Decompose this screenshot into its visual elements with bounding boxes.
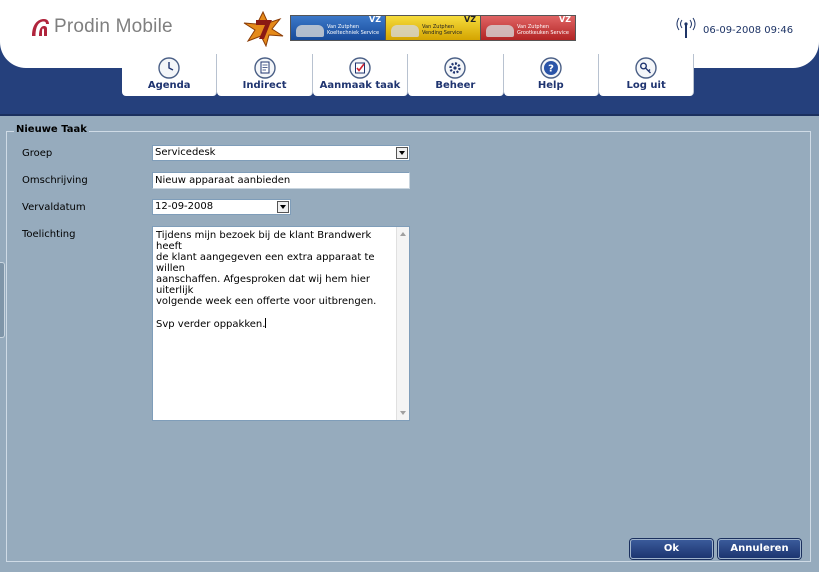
banner-line2: Koeltechniek Service <box>327 30 380 36</box>
van-icon <box>296 25 324 37</box>
svg-text:?: ? <box>548 64 554 75</box>
logo-text: Prodin Mobile <box>54 16 173 37</box>
tab-indirect[interactable]: Indirect <box>217 54 313 96</box>
scroll-up-icon[interactable] <box>400 232 406 236</box>
groep-select[interactable]: Servicedesk <box>152 145 410 161</box>
ok-button[interactable]: Ok <box>630 539 713 559</box>
dropdown-arrow-icon[interactable] <box>277 201 289 213</box>
tab-label: Agenda <box>147 80 191 91</box>
groep-label: Groep <box>22 148 53 159</box>
gear-icon <box>444 57 467 79</box>
toelichting-textarea[interactable]: Tijdens mijn bezoek bij de klant Brandwe… <box>152 226 410 421</box>
seven-star-logo-icon <box>243 11 284 47</box>
clock-icon <box>158 57 180 79</box>
annuleren-button[interactable]: Annuleren <box>718 539 801 559</box>
textarea-scrollbar[interactable] <box>396 227 409 420</box>
dropdown-arrow-icon[interactable] <box>396 147 408 159</box>
tab-label: Indirect <box>242 80 287 91</box>
checklist-icon <box>349 57 371 79</box>
banner-mark: VZ <box>369 15 381 24</box>
tab-label: Log uit <box>626 80 666 91</box>
antenna-signal-icon <box>676 17 696 38</box>
tab-aanmaak-taak[interactable]: Aanmaak taak <box>312 54 409 96</box>
tab-beheer[interactable]: Beheer <box>408 54 504 96</box>
toelichting-text: Tijdens mijn bezoek bij de klant Brandwe… <box>156 230 377 330</box>
vervaldatum-label: Vervaldatum <box>22 202 86 213</box>
tab-help[interactable]: ? Help <box>503 54 599 96</box>
van-icon <box>391 25 419 37</box>
document-icon <box>253 57 276 79</box>
banner-mark: VZ <box>559 15 571 24</box>
omschrijving-label: Omschrijving <box>22 175 88 186</box>
logo-mark-icon <box>32 19 49 36</box>
banner-vending[interactable]: VZ Van Zutphen Vending Service <box>385 15 481 41</box>
tab-label: Beheer <box>435 80 476 91</box>
tab-agenda[interactable]: Agenda <box>122 54 218 96</box>
app-logo: Prodin Mobile <box>30 14 173 40</box>
van-icon <box>486 25 514 37</box>
help-icon: ? <box>540 57 562 79</box>
banner-grootkeuken[interactable]: VZ Van Zutphen Grootkeuken Service <box>480 15 576 41</box>
tab-log-uit[interactable]: Log uit <box>598 54 695 96</box>
groep-selected-value: Servicedesk <box>155 147 216 158</box>
banner-line2: Grootkeuken Service <box>517 30 569 36</box>
key-icon <box>635 57 657 79</box>
banner-koeltechniek[interactable]: VZ Van Zutphen Koeltechniek Service <box>290 15 386 41</box>
text-caret <box>265 318 267 328</box>
side-panel-handle[interactable] <box>0 262 5 338</box>
vervaldatum-select[interactable]: 12-09-2008 <box>152 199 291 215</box>
main-nav: Agenda Indirect Aanmaak taak Beheer ? He… <box>122 54 695 96</box>
banner-mark: VZ <box>464 15 476 24</box>
scroll-down-icon[interactable] <box>400 411 406 415</box>
toelichting-label: Toelichting <box>22 229 76 240</box>
banner-line2: Vending Service <box>422 30 463 36</box>
vervaldatum-selected-value: 12-09-2008 <box>155 201 214 212</box>
current-datetime: 06-09-2008 09:46 <box>703 25 794 36</box>
tab-label: Help <box>537 80 564 91</box>
fieldset-legend: Nieuwe Taak <box>14 124 89 135</box>
omschrijving-input[interactable]: Nieuw apparaat aanbieden <box>152 172 410 189</box>
tab-label: Aanmaak taak <box>319 80 401 91</box>
